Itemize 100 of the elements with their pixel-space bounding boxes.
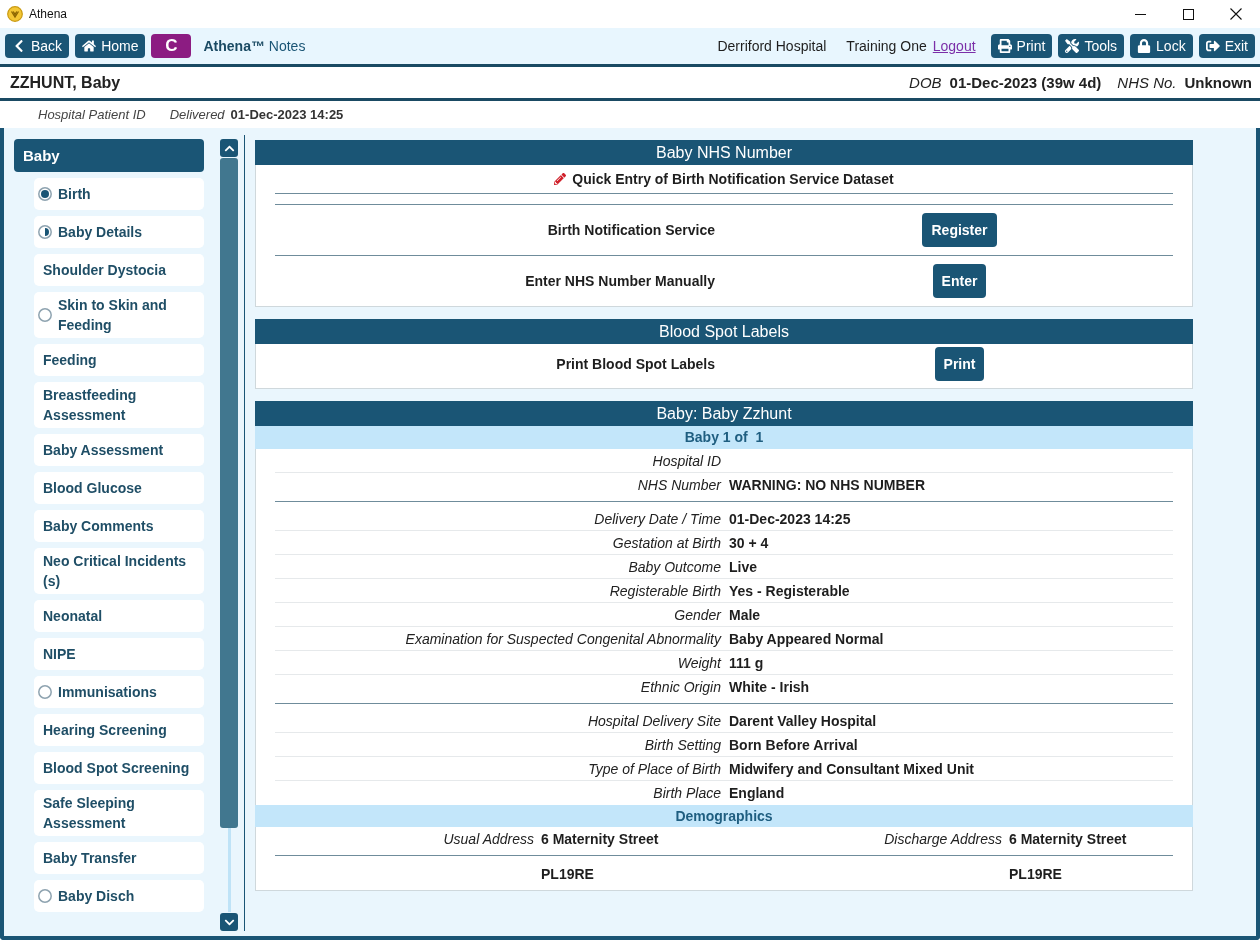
field-label: Birth Place xyxy=(652,785,721,801)
empty-circle-icon xyxy=(38,308,52,322)
print-button[interactable]: Print xyxy=(990,34,1053,58)
address-label: Discharge Address xyxy=(884,831,1002,847)
field-label: Registerable Birth xyxy=(608,582,721,599)
sidebar-item[interactable]: Neonatal xyxy=(34,600,204,632)
field-value: 01-Dec-2023 14:25 xyxy=(729,510,852,527)
action-button[interactable]: Register xyxy=(922,213,997,247)
location-text: Derriford Hospital xyxy=(717,38,827,54)
pencil-icon xyxy=(554,173,567,185)
printer-icon xyxy=(997,39,1012,53)
field-value: England xyxy=(729,785,786,801)
minimize-icon xyxy=(1134,13,1146,15)
field-value: 111 g xyxy=(729,654,765,671)
action-label: Birth Notification Service xyxy=(546,222,715,238)
field-label: Gender xyxy=(673,606,721,623)
section-subheader: Demographics xyxy=(255,805,1193,827)
field-value: Born Before Arrival xyxy=(729,736,859,753)
address-value: PL19RE xyxy=(1009,866,1062,882)
sidebar-item[interactable]: NIPE xyxy=(34,638,204,670)
field-label: Weight xyxy=(676,654,721,671)
logout-link[interactable]: Logout xyxy=(932,38,976,54)
panel-header: Baby NHS Number xyxy=(255,140,1193,165)
scroll-up-button[interactable] xyxy=(220,139,238,157)
action-button[interactable]: Print xyxy=(934,347,985,381)
field-value: Baby Appeared Normal xyxy=(729,630,885,647)
address-value: 6 Maternity Street xyxy=(541,831,659,847)
lock-button[interactable]: Lock xyxy=(1130,34,1193,58)
sidebar-item[interactable]: Birth xyxy=(34,178,204,210)
scrollbar-thumb[interactable] xyxy=(220,158,238,828)
patient-name: ZZHUNT, Baby xyxy=(10,73,121,92)
sidebar-item[interactable]: Feeding xyxy=(34,344,204,376)
address-value: PL19RE xyxy=(541,866,594,882)
tools-icon xyxy=(1065,39,1080,53)
filled-radio-icon xyxy=(38,187,52,201)
sidebar-item[interactable]: Neo Critical Incidents (s) xyxy=(34,548,204,594)
user-name: Training One xyxy=(846,38,927,54)
field-value: Yes - Registerable xyxy=(729,582,851,599)
maximize-icon xyxy=(1182,8,1194,20)
patient-field-label: NHS No. xyxy=(1117,74,1177,91)
panel-header: Baby: Baby Zzhunt xyxy=(255,401,1193,426)
home-icon xyxy=(82,39,97,53)
sidebar-item[interactable]: Baby Comments xyxy=(34,510,204,542)
tools-button[interactable]: Tools xyxy=(1058,34,1125,58)
patient-field-value: 01-Dec-2023 (39w 4d) xyxy=(949,74,1102,91)
letter-button[interactable]: C xyxy=(151,34,192,58)
field-value: Live xyxy=(729,558,758,575)
exit-icon xyxy=(1205,39,1220,53)
sidebar-item[interactable]: Breastfeeding Assessment xyxy=(34,382,204,428)
field-value: Midwifery and Consultant Mixed Unit xyxy=(729,760,975,777)
app-logo-icon xyxy=(7,6,23,22)
patient-field-value: Unknown xyxy=(1184,74,1252,91)
field-label: Baby Outcome xyxy=(627,558,721,575)
sidebar-item[interactable]: Safe Sleeping Assessment xyxy=(34,790,204,836)
field-value: Darent Valley Hospital xyxy=(729,712,878,729)
sidebar-item[interactable]: Baby Transfer xyxy=(34,842,204,874)
close-icon xyxy=(1230,8,1242,20)
field-value: Male xyxy=(729,606,762,623)
address-value: 6 Maternity Street xyxy=(1009,831,1127,847)
address-label: Usual Address xyxy=(443,831,534,847)
field-label: Birth Setting xyxy=(643,736,721,753)
sidebar-group-header[interactable]: Baby xyxy=(14,139,204,172)
field-label: Examination for Suspected Congenital Abnormality xyxy=(404,630,721,647)
field-value: 30 + 4 xyxy=(729,534,770,551)
field-label: Type of Place of Birth xyxy=(587,760,721,777)
window-title: Athena xyxy=(29,7,68,21)
sidebar-item[interactable]: Baby Details xyxy=(34,216,204,248)
action-label: Print Blood Spot Labels xyxy=(555,356,715,372)
section-subheader: Baby 1 of 1 xyxy=(255,426,1193,449)
info-value: 01-Dec-2023 14:25 xyxy=(230,107,344,122)
scroll-down-button[interactable] xyxy=(220,913,238,931)
sidebar-item[interactable]: Hearing Screening xyxy=(34,714,204,746)
empty-circle-icon xyxy=(38,889,52,903)
patient-field-label: DOB xyxy=(909,74,942,91)
empty-circle-icon xyxy=(38,685,52,699)
action-button[interactable]: Enter xyxy=(932,264,987,298)
home-button[interactable]: Home xyxy=(75,34,146,58)
field-value: WARNING: NO NHS NUMBER xyxy=(729,477,926,493)
quick-entry-link[interactable]: Quick Entry of Birth Notification Service Dataset xyxy=(572,171,894,187)
app-title: Athena™ Notes xyxy=(203,38,306,54)
sidebar-item[interactable]: Skin to Skin and Feeding xyxy=(34,292,204,338)
lock-icon xyxy=(1137,39,1152,53)
field-label: Delivery Date / Time xyxy=(593,510,721,527)
sidebar-item[interactable]: Shoulder Dystocia xyxy=(34,254,204,286)
back-button[interactable]: Back xyxy=(5,34,70,58)
info-label: Delivered xyxy=(169,107,225,122)
exit-button[interactable]: Exit xyxy=(1198,34,1255,58)
sidebar-item[interactable]: Baby Disch xyxy=(34,880,204,912)
field-label: Hospital Delivery Site xyxy=(586,712,721,729)
field-value: White - Irish xyxy=(729,679,811,695)
action-label: Enter NHS Number Manually xyxy=(524,273,715,289)
half-circle-icon xyxy=(38,225,52,239)
sidebar-item[interactable]: Baby Assessment xyxy=(34,434,204,466)
sidebar-item[interactable]: Immunisations xyxy=(34,676,204,708)
sidebar-item[interactable]: Blood Spot Screening xyxy=(34,752,204,784)
field-label: Ethnic Origin xyxy=(639,679,721,695)
info-label: Hospital Patient ID xyxy=(38,107,146,122)
field-label: Hospital ID xyxy=(651,452,721,469)
field-label: NHS Number xyxy=(636,477,721,493)
sidebar-item[interactable]: Blood Glucose xyxy=(34,472,204,504)
